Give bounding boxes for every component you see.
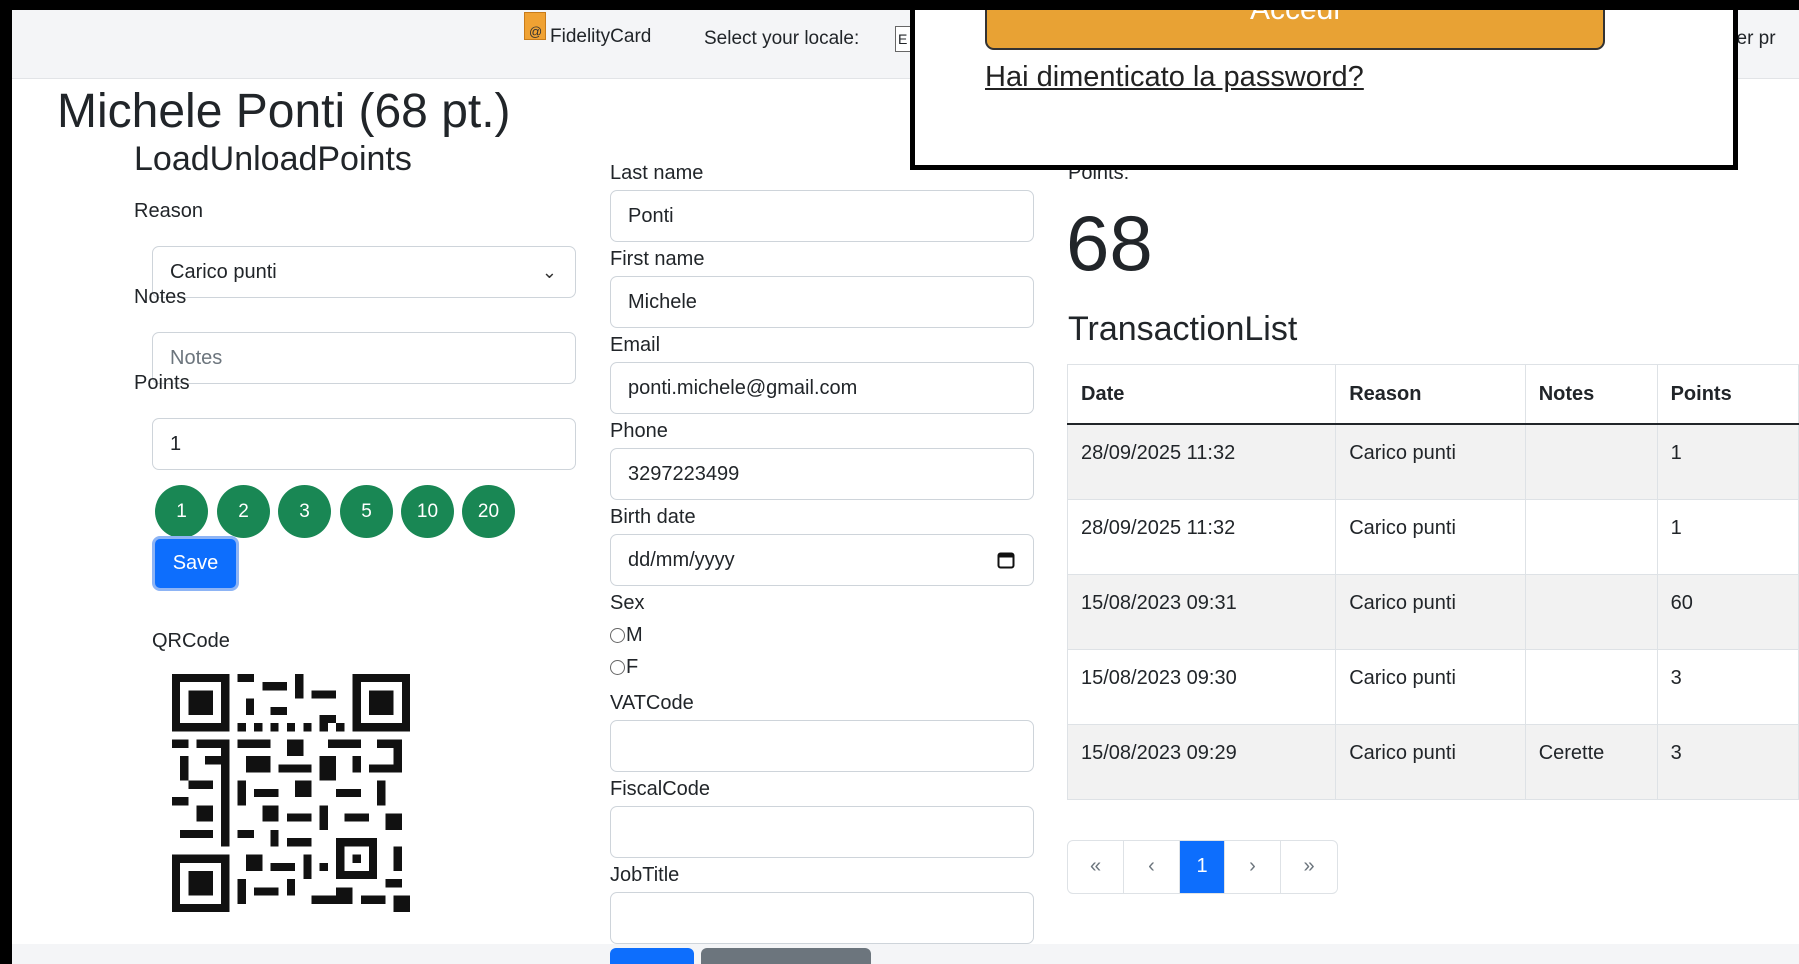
vat-code-label: VATCode	[610, 692, 694, 714]
page-title: Michele Ponti (68 pt.)	[57, 85, 511, 138]
load-unload-heading: LoadUnloadPoints	[134, 140, 412, 178]
sex-option-label: F	[626, 656, 639, 678]
submit-customer-button[interactable]	[610, 948, 694, 964]
transaction-table: Date Reason Notes Points 28/09/2025 11:3…	[1066, 364, 1799, 800]
cell-notes	[1524, 423, 1658, 500]
forgot-password-link[interactable]: Hai dimenticato la password?	[985, 61, 1364, 94]
radio-circle-icon[interactable]	[610, 628, 625, 643]
points-input[interactable]: 1	[152, 418, 576, 470]
cell-date: 28/09/2025 11:32	[1066, 423, 1337, 500]
qrcode-image	[172, 674, 410, 912]
first-name-input[interactable]: Michele	[610, 276, 1034, 328]
login-button[interactable]: Accedi	[985, 10, 1605, 50]
cell-notes: Cerette	[1524, 723, 1658, 800]
table-row: 28/09/2025 11:32 Carico punti 1	[1066, 498, 1799, 575]
page: @ FidelityCard Select your locale: E ser…	[12, 10, 1799, 964]
table-row: 15/08/2023 09:30 Carico punti 3	[1066, 648, 1799, 725]
cell-date: 15/08/2023 09:30	[1066, 648, 1337, 725]
cell-notes	[1524, 498, 1658, 575]
page-1-button[interactable]: 1	[1180, 841, 1225, 893]
previous-page-button[interactable]: ‹	[1124, 841, 1180, 893]
vat-code-input[interactable]	[610, 720, 1034, 772]
secondary-button[interactable]	[701, 948, 871, 964]
reason-selected-value: Carico punti	[170, 261, 277, 283]
last-name-label: Last name	[610, 162, 704, 184]
last-name-input[interactable]: Ponti	[610, 190, 1034, 242]
radio-circle-icon[interactable]	[610, 660, 625, 675]
phone-input[interactable]: 3297223499	[610, 448, 1034, 500]
fiscal-code-label: FiscalCode	[610, 778, 711, 800]
table-header-row: Date Reason Notes Points	[1066, 364, 1799, 425]
transaction-list-heading: TransactionList	[1068, 310, 1298, 348]
last-page-button[interactable]: »	[1281, 841, 1337, 893]
cell-points: 60	[1656, 573, 1799, 650]
quick-points-10-button[interactable]: 10	[401, 485, 454, 538]
notes-label: Notes	[134, 286, 187, 308]
brand-link[interactable]: FidelityCard	[550, 26, 651, 48]
birth-date-input[interactable]: dd/mm/yyyy	[610, 534, 1034, 586]
points-total-value: 68	[1066, 199, 1153, 287]
cell-reason: Carico punti	[1335, 573, 1526, 650]
next-page-button[interactable]: ›	[1225, 841, 1281, 893]
quick-points-5-button[interactable]: 5	[340, 485, 393, 538]
cell-date: 28/09/2025 11:32	[1066, 498, 1337, 575]
cell-notes	[1524, 573, 1658, 650]
reason-label: Reason	[134, 200, 203, 222]
brand-logo-icon: @	[524, 12, 546, 40]
first-name-label: First name	[610, 248, 705, 270]
column-header-date: Date	[1066, 364, 1337, 425]
cell-reason: Carico punti	[1335, 498, 1526, 575]
first-page-button[interactable]: «	[1068, 841, 1124, 893]
quick-points-20-button[interactable]: 20	[462, 485, 515, 538]
column-header-notes: Notes	[1524, 364, 1658, 425]
cell-points: 3	[1656, 648, 1799, 725]
cell-reason: Carico punti	[1335, 648, 1526, 725]
table-row: 28/09/2025 11:32 Carico punti 1	[1066, 423, 1799, 500]
birth-date-placeholder: dd/mm/yyyy	[628, 549, 735, 571]
fiscal-code-input[interactable]	[610, 806, 1034, 858]
cell-points: 1	[1656, 498, 1799, 575]
email-label: Email	[610, 334, 661, 356]
sex-label: Sex	[610, 592, 645, 614]
column-header-reason: Reason	[1335, 364, 1526, 425]
chevron-down-icon: ⌄	[541, 262, 557, 282]
footer-band	[12, 944, 1799, 964]
notes-input[interactable]: Notes	[152, 332, 576, 384]
table-row: 15/08/2023 09:29 Carico punti Cerette 3	[1066, 723, 1799, 800]
email-field[interactable]: ponti.michele@gmail.com	[610, 362, 1034, 414]
quick-points-3-button[interactable]: 3	[278, 485, 331, 538]
sex-option-label: M	[626, 624, 643, 646]
job-title-input[interactable]	[610, 892, 1034, 944]
cell-points: 1	[1656, 423, 1799, 500]
calendar-icon[interactable]	[997, 551, 1015, 569]
pagination: « ‹ 1 › »	[1067, 840, 1338, 894]
sex-radio-m[interactable]: M	[610, 624, 643, 647]
column-header-points: Points	[1656, 364, 1799, 425]
sex-radio-f[interactable]: F	[610, 656, 638, 679]
cell-reason: Carico punti	[1335, 723, 1526, 800]
save-button[interactable]: Save	[152, 536, 239, 591]
table-row: 15/08/2023 09:31 Carico punti 60	[1066, 573, 1799, 650]
phone-label: Phone	[610, 420, 668, 442]
cell-date: 15/08/2023 09:29	[1066, 723, 1337, 800]
qrcode-label: QRCode	[152, 630, 230, 652]
points-label: Points	[134, 372, 190, 394]
cell-date: 15/08/2023 09:31	[1066, 573, 1337, 650]
cell-points: 3	[1656, 723, 1799, 800]
login-overlay: Accedi Hai dimenticato la password?	[910, 10, 1738, 170]
cell-reason: Carico punti	[1335, 423, 1526, 500]
quick-points-1-button[interactable]: 1	[155, 485, 208, 538]
locale-label: Select your locale:	[704, 28, 860, 49]
job-title-label: JobTitle	[610, 864, 680, 886]
reason-select[interactable]: Carico punti ⌄	[152, 246, 576, 298]
birth-date-label: Birth date	[610, 506, 696, 528]
cell-notes	[1524, 648, 1658, 725]
quick-points-2-button[interactable]: 2	[217, 485, 270, 538]
